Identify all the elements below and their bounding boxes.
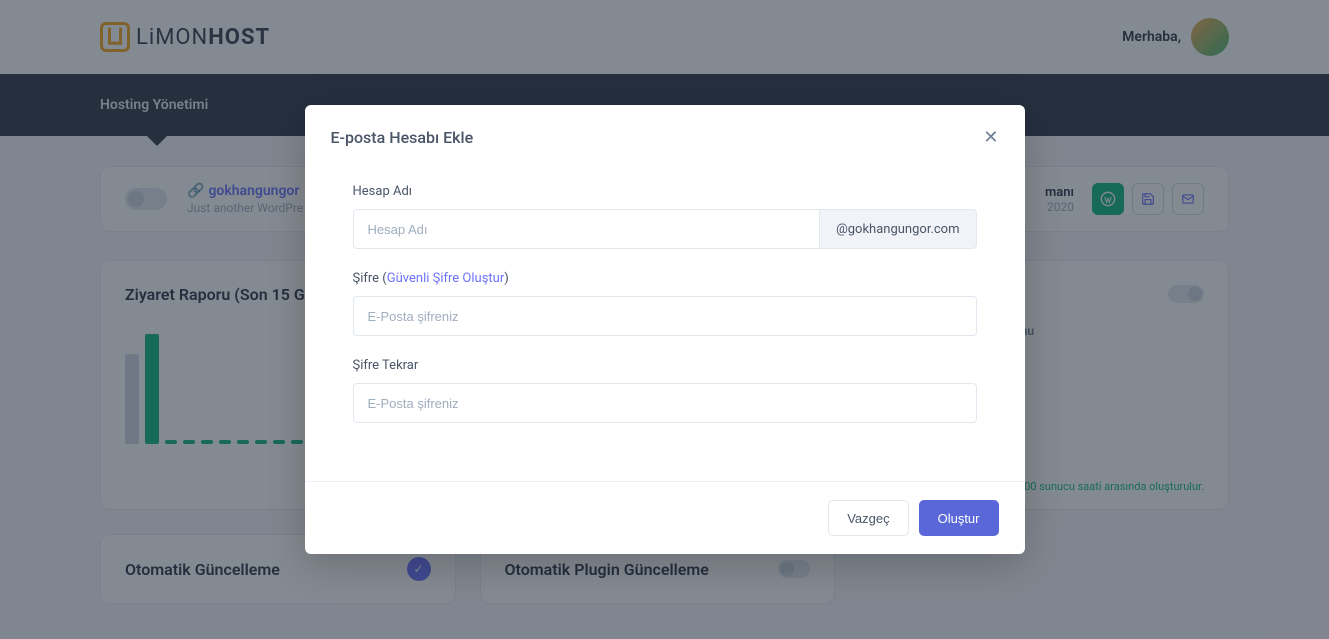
account-name-label: Hesap Adı xyxy=(353,184,977,199)
password-repeat-label: Şifre Tekrar xyxy=(353,358,977,373)
submit-button[interactable]: Oluştur xyxy=(919,500,999,536)
add-email-modal: E-posta Hesabı Ekle ✕ Hesap Adı @gokhang… xyxy=(305,105,1025,554)
account-name-input[interactable] xyxy=(353,209,821,249)
password-repeat-input[interactable] xyxy=(353,383,977,423)
password-label: Şifre (Güvenli Şifre Oluştur) xyxy=(353,271,977,286)
close-icon: ✕ xyxy=(983,127,998,147)
domain-suffix: @gokhangungor.com xyxy=(820,209,976,249)
generate-password-link[interactable]: Güvenli Şifre Oluştur xyxy=(387,271,504,286)
modal-title: E-posta Hesabı Ekle xyxy=(331,128,474,147)
password-input[interactable] xyxy=(353,296,977,336)
modal-close-button[interactable]: ✕ xyxy=(983,127,998,148)
cancel-button[interactable]: Vazgeç xyxy=(828,500,908,536)
